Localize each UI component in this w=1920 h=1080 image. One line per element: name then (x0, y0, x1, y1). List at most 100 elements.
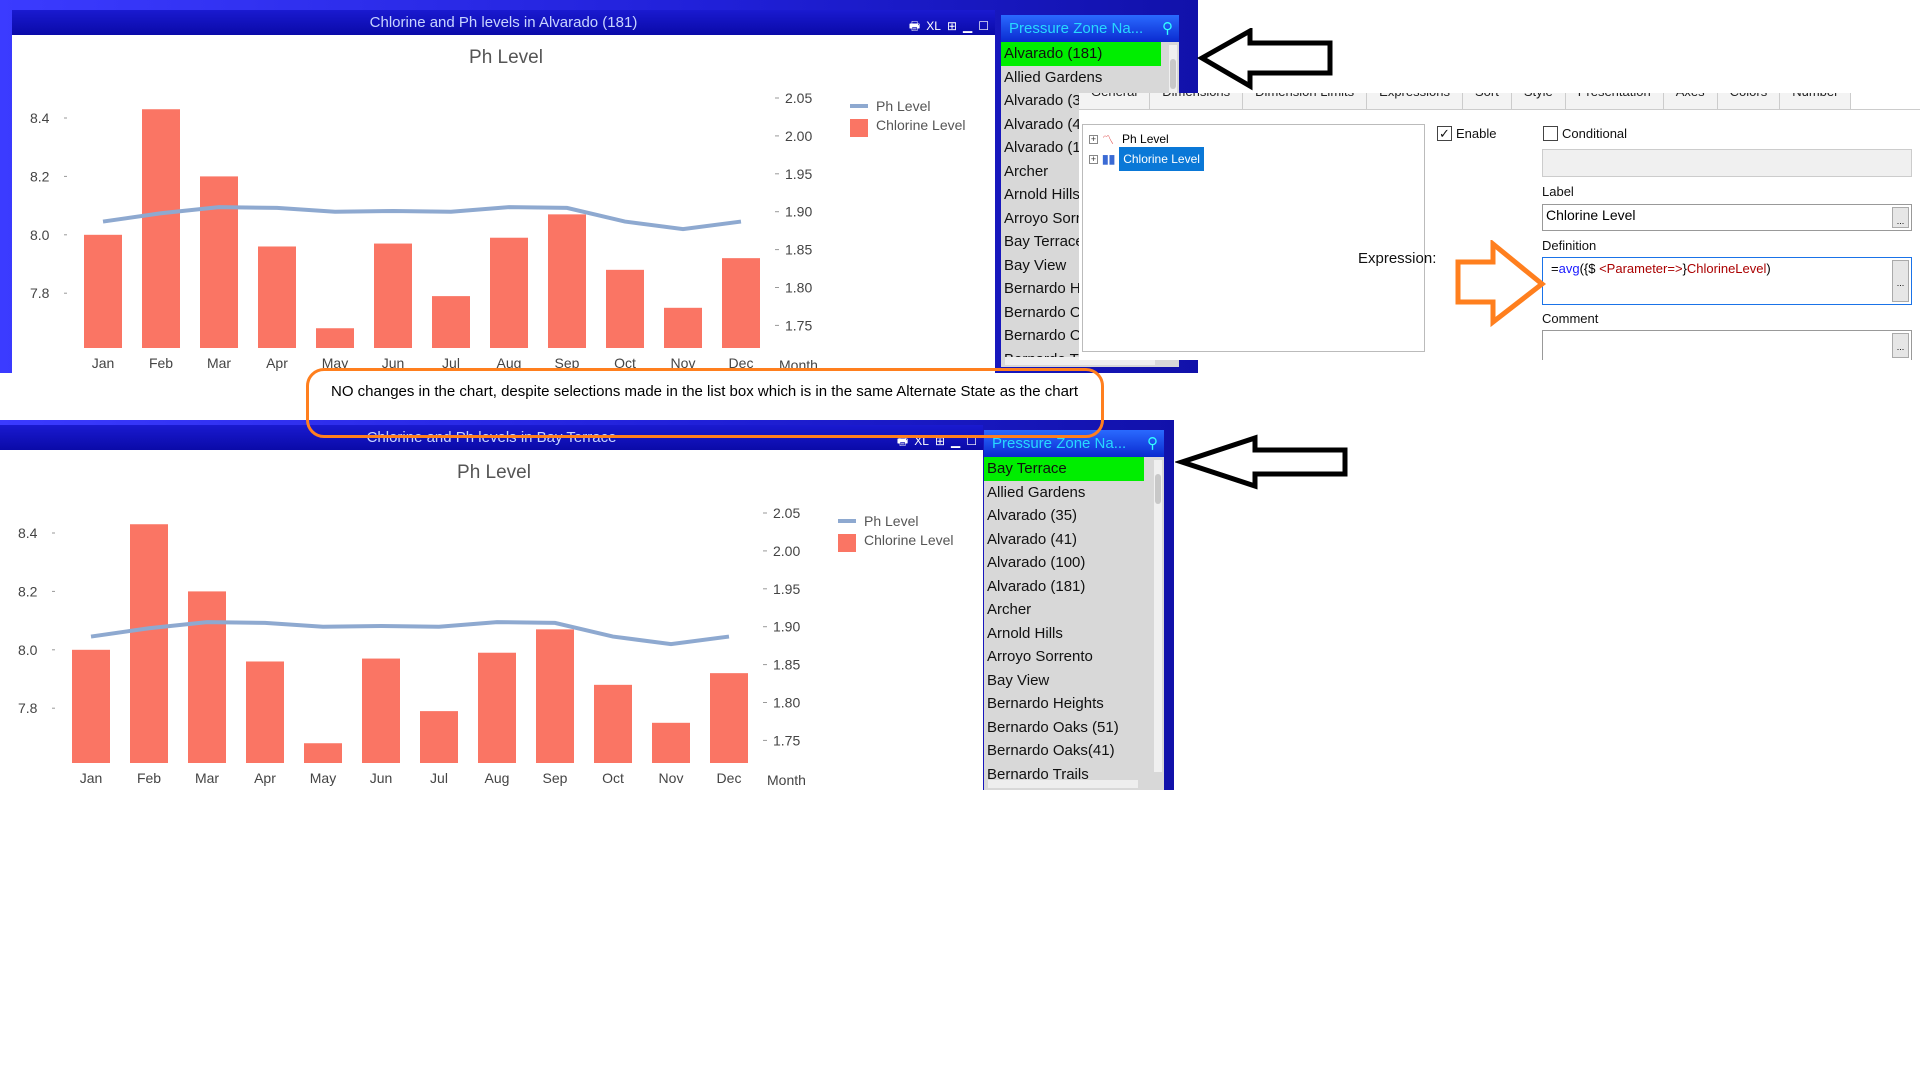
search-icon[interactable]: ⚲ (1162, 15, 1173, 42)
bar-apr (246, 661, 284, 763)
tab[interactable]: Dimension Limits (1243, 93, 1368, 109)
x-axis-tick-label: Jan (80, 770, 103, 786)
expand-icon[interactable]: + (1089, 154, 1098, 164)
right-axis-tick-label: 1.85 (785, 242, 812, 258)
listbox-item[interactable]: Alvarado (181) (1001, 42, 1161, 66)
right-axis-tick-label: 1.75 (773, 732, 800, 748)
left-axis-tick-label: 8.2 (18, 583, 38, 599)
listbox-header[interactable]: Pressure Zone Na... ⚲ (1001, 15, 1179, 42)
bar-jun (374, 243, 412, 348)
label-edit-button[interactable]: ... (1892, 207, 1909, 228)
black-arrow-top (1196, 28, 1333, 91)
bar-may (304, 743, 342, 763)
bar-sep (548, 214, 586, 348)
tab[interactable]: Number (1780, 93, 1852, 109)
comment-edit-button[interactable]: ... (1892, 333, 1909, 358)
bar-mar (200, 176, 238, 348)
listbox-item[interactable]: Allied Gardens (984, 481, 1144, 505)
bar-mar (188, 591, 226, 763)
right-axis-tick-label: 2.00 (785, 128, 812, 144)
tab[interactable]: General (1079, 93, 1151, 109)
tree-item-ph-level[interactable]: + 〽 Ph Level (1089, 130, 1173, 148)
label-caption: Label (1542, 184, 1574, 199)
bar-nov (664, 307, 702, 348)
bar-chart-icon: ▮▮ (1102, 152, 1116, 166)
comment-input[interactable]: ... (1542, 330, 1912, 360)
listbox-item[interactable]: Bernardo Heights (984, 692, 1144, 716)
tab[interactable]: Style (1511, 93, 1566, 109)
bar-dec (710, 673, 748, 763)
right-axis-tick-label: 1.95 (785, 166, 812, 182)
expand-icon[interactable]: + (1089, 134, 1098, 144)
legend-swatch-chlorine-level (850, 119, 868, 137)
annotation-callout: NO changes in the chart, despite selecti… (306, 368, 1104, 438)
bottom-chart-window[interactable]: Chlorine and Ph levels in Bay Terrace 🖶 … (0, 425, 983, 790)
legend-swatch-ph-level (838, 519, 856, 523)
listbox-item[interactable]: Alvarado (100) (984, 551, 1144, 575)
right-axis-tick-label: 1.90 (785, 204, 812, 220)
legend-label-chlorine-level: Chlorine Level (876, 117, 966, 133)
left-axis-tick-label: 8.0 (30, 227, 50, 243)
right-axis-tick-label: 1.80 (773, 695, 800, 711)
listbox-item[interactable]: Bay Terrace (984, 457, 1144, 481)
tab[interactable]: Dimensions (1150, 93, 1244, 109)
ph-level-line (90, 620, 730, 647)
definition-input[interactable]: =avg({$ <Parameter=>}ChlorineLevel) ... (1542, 257, 1912, 305)
legend-label-ph-level: Ph Level (876, 98, 930, 114)
chart-title: Ph Level (457, 462, 531, 483)
left-axis-tick-label: 8.4 (30, 110, 50, 126)
bar-jul (420, 711, 458, 763)
listbox-item[interactable]: Arnold Hills (984, 622, 1144, 646)
listbox-item[interactable]: Arroyo Sorrento (984, 645, 1144, 669)
line-chart-icon: 〽 (1102, 132, 1115, 147)
tree-item-chlorine-level[interactable]: + ▮▮ Chlorine Level (1089, 147, 1204, 171)
right-axis-tick-label: 2.05 (785, 90, 812, 106)
expression-tree[interactable]: + 〽 Ph Level + ▮▮ Chlorine Level (1082, 124, 1425, 352)
listbox-item[interactable]: Alvarado (41) (984, 528, 1144, 552)
definition-edit-button[interactable]: ... (1892, 260, 1909, 302)
left-axis-tick-label: 8.4 (18, 525, 38, 541)
search-icon[interactable]: ⚲ (1147, 430, 1158, 457)
tab[interactable]: Sort (1462, 93, 1512, 109)
left-axis-tick-label: 7.8 (18, 700, 38, 716)
x-axis-tick-label: May (310, 770, 336, 786)
listbox-item[interactable]: Bernardo Oaks (51) (984, 716, 1144, 740)
ph-level-line (102, 205, 742, 232)
x-axis-tick-label: Oct (602, 770, 624, 786)
listbox-item[interactable]: Bay View (984, 669, 1144, 693)
x-axis-tick-label: Mar (207, 355, 231, 371)
x-axis-tick-label: Sep (543, 770, 568, 786)
conditional-input[interactable] (1542, 149, 1912, 177)
legend-label-chlorine-level: Chlorine Level (864, 532, 954, 548)
orange-arrow (1455, 240, 1547, 328)
top-chart-window[interactable]: Chlorine and Ph levels in Alvarado (181)… (12, 10, 995, 373)
bar-jan (72, 649, 110, 763)
combo-chart: Ph Level 8.4 8.2 8.0 7.8 2.05 2.00 1.95 1.90 1.85… (18, 462, 954, 788)
enable-checkbox[interactable]: ✓ Enable (1437, 126, 1496, 141)
right-axis-tick-label: 2.05 (773, 505, 800, 521)
bar-feb (142, 109, 180, 349)
listbox-item[interactable]: Bernardo Oaks(41) (984, 739, 1144, 763)
x-axis-tick-label: Feb (137, 770, 161, 786)
bar-oct (606, 269, 644, 348)
conditional-checkbox[interactable]: Conditional (1543, 126, 1627, 141)
tab[interactable]: Expressions (1367, 93, 1463, 109)
chart-title-bar[interactable]: Chlorine and Ph levels in Alvarado (181)… (12, 10, 995, 35)
x-axis-tick-label: Apr (266, 355, 288, 371)
bottom-listbox[interactable]: Pressure Zone Na... ⚲ Bay Terrace Allied G… (984, 430, 1164, 790)
listbox-item[interactable]: Alvarado (181) (984, 575, 1144, 599)
listbox-item[interactable]: Archer (984, 598, 1144, 622)
horizontal-scrollbar[interactable] (988, 780, 1138, 788)
bar-oct (594, 684, 632, 763)
listbox-item[interactable]: Allied Gardens (1001, 66, 1161, 90)
x-axis-tick-label: Nov (659, 770, 684, 786)
vertical-scrollbar[interactable] (1154, 460, 1162, 772)
tab[interactable]: Colors (1717, 93, 1781, 109)
tab[interactable]: Axes (1663, 93, 1718, 109)
bar-dec (722, 258, 760, 348)
listbox-item[interactable]: Alvarado (35) (984, 504, 1144, 528)
label-input[interactable]: Chlorine Level... (1542, 204, 1912, 231)
tab[interactable]: Presentation (1565, 93, 1664, 109)
bar-sep (536, 629, 574, 763)
x-axis-tick-label: Jul (430, 770, 448, 786)
